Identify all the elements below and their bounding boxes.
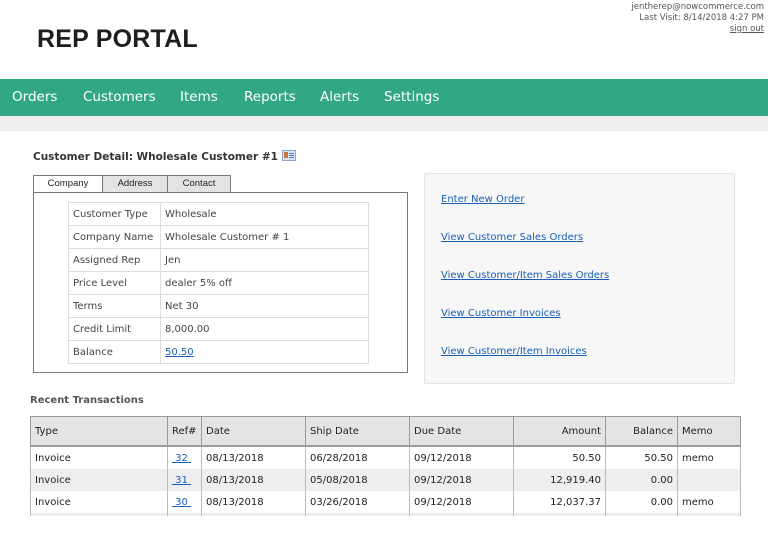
cell-balance: 0.00: [605, 469, 678, 491]
info-label: Customer Type: [68, 202, 161, 226]
info-label: Price Level: [68, 271, 161, 295]
user-email: jentherep@nowcommerce.com: [631, 2, 764, 12]
view-customer-invoices-link[interactable]: View Customer Invoices: [441, 308, 561, 319]
cell-memo: memo: [677, 446, 741, 469]
info-row: Terms Net 30: [68, 294, 369, 318]
view-customer-item-sales-orders-link[interactable]: View Customer/Item Sales Orders: [441, 270, 609, 281]
view-customer-sales-orders-link[interactable]: View Customer Sales Orders: [441, 232, 583, 243]
table-row: Invoice 31 08/13/2018 05/08/2018 09/12/2…: [30, 469, 741, 491]
tab-address[interactable]: Address: [102, 175, 168, 193]
cell-date: 08/13/2018: [201, 469, 306, 491]
cell-date: 08/13/2018: [201, 491, 306, 513]
actions-panel: Enter New Order View Customer Sales Orde…: [424, 173, 735, 384]
table-row: Invoice 32 08/13/2018 06/28/2018 09/12/2…: [30, 446, 741, 469]
info-label: Terms: [68, 294, 161, 318]
main-nav: Orders Customers Items Reports Alerts Se…: [0, 79, 768, 116]
table-header: Type Ref# Date Ship Date Due Date Amount…: [30, 416, 741, 447]
info-label: Balance: [68, 340, 161, 364]
info-value: Net 30: [160, 294, 369, 318]
last-visit: Last Visit: 8/14/2018 4:27 PM: [639, 13, 764, 23]
cell-due-date: 09/12/2018: [409, 469, 514, 491]
cell-amount: 12,037.37: [513, 491, 606, 513]
contact-card-icon[interactable]: [281, 150, 296, 161]
col-amount[interactable]: Amount: [513, 416, 606, 447]
sub-bar: [0, 116, 768, 131]
info-value-cell: 50.50: [160, 340, 369, 364]
info-row: Assigned Rep Jen: [68, 248, 369, 272]
info-row: Balance 50.50: [68, 340, 369, 364]
ref-link[interactable]: 30: [172, 497, 191, 508]
nav-items[interactable]: Items: [180, 89, 218, 105]
cell-balance: 50.50: [605, 446, 678, 469]
info-label: Assigned Rep: [68, 248, 161, 272]
table-row: Invoice 30 08/13/2018 03/26/2018 09/12/2…: [30, 491, 741, 513]
viewport-clip: [0, 516, 768, 546]
company-info-table: Customer Type Wholesale Company Name Whole…: [68, 202, 369, 364]
company-panel: Customer Type Wholesale Company Name Whole…: [33, 192, 408, 373]
cell-ref: 30: [167, 491, 202, 513]
cell-memo: memo: [677, 491, 741, 513]
nav-orders[interactable]: Orders: [12, 89, 57, 105]
info-value: Jen: [160, 248, 369, 272]
info-row: Price Level dealer 5% off: [68, 271, 369, 295]
enter-new-order-link[interactable]: Enter New Order: [441, 194, 524, 205]
ref-link[interactable]: 31: [172, 475, 191, 486]
info-label: Credit Limit: [68, 317, 161, 341]
cell-amount: 12,919.40: [513, 469, 606, 491]
nav-reports[interactable]: Reports: [244, 89, 296, 105]
nav-customers[interactable]: Customers: [83, 89, 156, 105]
app-logo: REP PORTAL: [37, 25, 198, 53]
info-value: dealer 5% off: [160, 271, 369, 295]
nav-settings[interactable]: Settings: [384, 89, 439, 105]
cell-amount: 50.50: [513, 446, 606, 469]
info-value: Wholesale Customer # 1: [160, 225, 369, 249]
info-row: Company Name Wholesale Customer # 1: [68, 225, 369, 249]
col-date[interactable]: Date: [201, 416, 306, 447]
info-row: Credit Limit 8,000.00: [68, 317, 369, 341]
tab-contact[interactable]: Contact: [167, 175, 231, 193]
cell-memo: [677, 469, 741, 491]
recent-transactions-title: Recent Transactions: [30, 395, 144, 406]
col-due-date[interactable]: Due Date: [409, 416, 514, 447]
cell-type: Invoice: [30, 446, 168, 469]
col-balance[interactable]: Balance: [605, 416, 678, 447]
info-label: Company Name: [68, 225, 161, 249]
page-title-text: Customer Detail: Wholesale Customer #1: [33, 151, 278, 163]
cell-ship-date: 05/08/2018: [305, 469, 410, 491]
col-memo[interactable]: Memo: [677, 416, 741, 447]
cell-due-date: 09/12/2018: [409, 446, 514, 469]
cell-due-date: 09/12/2018: [409, 491, 514, 513]
info-value: 8,000.00: [160, 317, 369, 341]
cell-ship-date: 06/28/2018: [305, 446, 410, 469]
info-value: Wholesale: [160, 202, 369, 226]
page-title: Customer Detail: Wholesale Customer #1: [33, 150, 296, 163]
cell-balance: 0.00: [605, 491, 678, 513]
cell-type: Invoice: [30, 469, 168, 491]
cell-ref: 32: [167, 446, 202, 469]
user-info: jentherep@nowcommerce.com Last Visit: 8/…: [631, 2, 764, 35]
nav-alerts[interactable]: Alerts: [320, 89, 359, 105]
cell-date: 08/13/2018: [201, 446, 306, 469]
col-ship-date[interactable]: Ship Date: [305, 416, 410, 447]
cell-ref: 31: [167, 469, 202, 491]
info-row: Customer Type Wholesale: [68, 202, 369, 226]
col-ref[interactable]: Ref#: [167, 416, 202, 447]
cell-type: Invoice: [30, 491, 168, 513]
balance-link[interactable]: 50.50: [165, 347, 194, 358]
cell-ship-date: 03/26/2018: [305, 491, 410, 513]
sign-out-link[interactable]: sign out: [730, 24, 764, 34]
view-customer-item-invoices-link[interactable]: View Customer/Item Invoices: [441, 346, 587, 357]
col-type[interactable]: Type: [30, 416, 168, 447]
ref-link[interactable]: 32: [172, 453, 191, 464]
